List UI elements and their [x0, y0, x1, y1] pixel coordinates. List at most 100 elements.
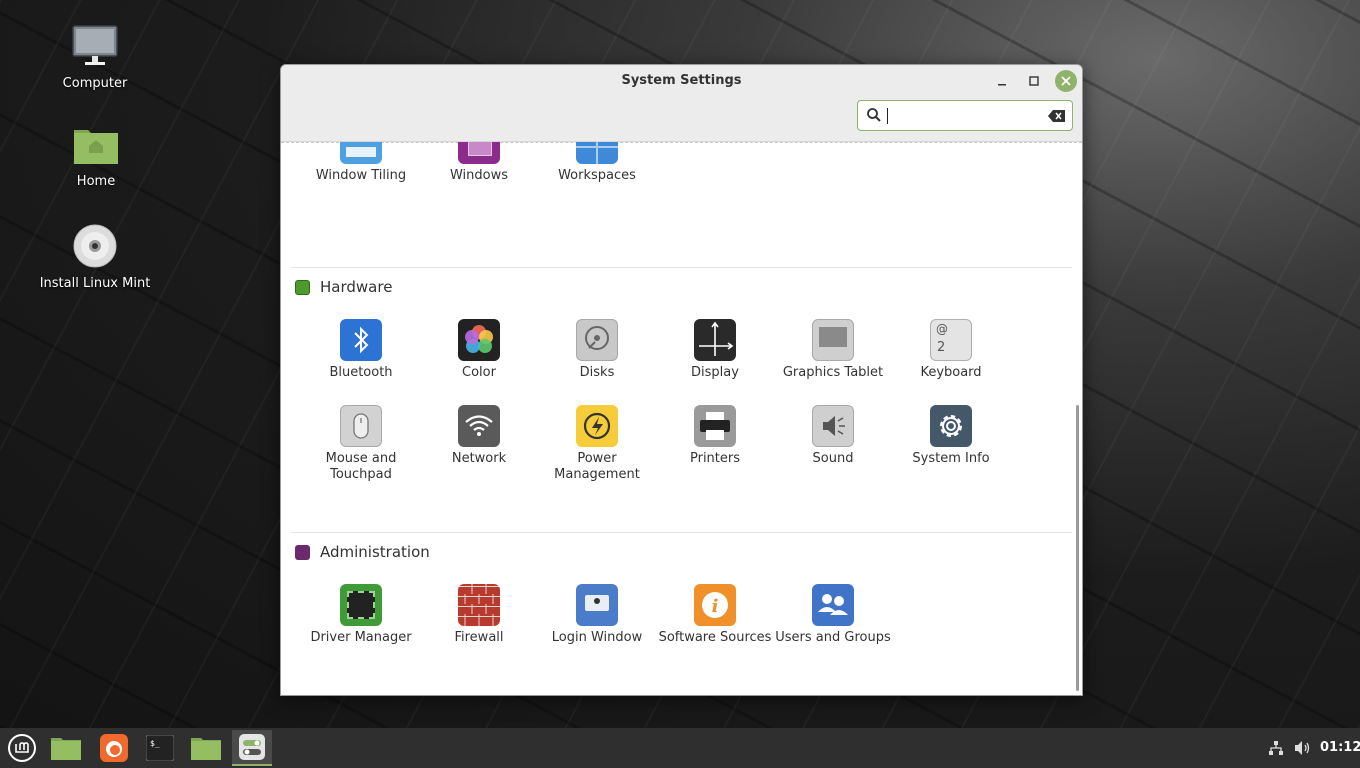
settings-item-graphics-tablet[interactable]: Graphics Tablet: [774, 319, 892, 381]
settings-item-label: Printers: [689, 451, 741, 466]
home-folder-icon: [74, 130, 118, 164]
settings-item-system-info[interactable]: System Info: [892, 405, 1010, 467]
display-icon: [694, 319, 736, 361]
system-settings-window: System Settings Window Tiling Windows Wo…: [280, 64, 1083, 696]
gear-icon: [930, 405, 972, 447]
desktop-icon-computer[interactable]: Computer: [35, 24, 155, 91]
settings-item-label: Windows: [449, 168, 509, 183]
settings-icon: [239, 734, 265, 760]
maximize-button[interactable]: [1023, 70, 1045, 92]
settings-item-sound[interactable]: Sound: [774, 405, 892, 467]
section-divider: [291, 532, 1072, 533]
section-header-administration: Administration: [295, 543, 430, 561]
administration-category-icon: [295, 544, 310, 560]
windows-icon: [458, 142, 500, 164]
chip-icon: [340, 584, 382, 626]
settings-item-software-sources[interactable]: i Software Sources: [656, 584, 774, 646]
settings-item-label: Driver Manager: [310, 630, 412, 645]
vertical-scrollbar[interactable]: [1076, 405, 1079, 691]
settings-item-network[interactable]: Network: [420, 405, 538, 467]
taskbar-terminal[interactable]: $_: [140, 730, 180, 766]
section-divider: [291, 267, 1072, 268]
computer-icon: [72, 25, 118, 65]
settings-item-users-groups[interactable]: Users and Groups: [774, 584, 892, 646]
settings-item-disks[interactable]: Disks: [538, 319, 656, 381]
desktop-icon-install[interactable]: Install Linux Mint: [35, 224, 155, 291]
settings-item-label: Workspaces: [558, 168, 636, 183]
graphics-tablet-icon: [812, 319, 854, 361]
desktop-icon-label: Install Linux Mint: [39, 276, 151, 291]
volume-tray[interactable]: [1289, 730, 1317, 766]
menu-icon: [8, 734, 36, 762]
settings-item-label: Window Tiling: [315, 168, 407, 183]
taskbar-files[interactable]: [46, 730, 86, 766]
svg-text:$_: $_: [150, 739, 160, 748]
minimize-icon: [998, 84, 1006, 86]
desktop-icon-label: Computer: [62, 76, 128, 91]
maximize-icon: [1029, 76, 1039, 86]
taskbar-files-2[interactable]: [186, 730, 226, 766]
info-icon: i: [694, 584, 736, 626]
settings-item-bluetooth[interactable]: Bluetooth: [302, 319, 420, 381]
settings-item-label: Software Sources: [658, 630, 772, 645]
settings-item-mouse[interactable]: Mouse and Touchpad: [302, 405, 420, 483]
sound-icon: [812, 405, 854, 447]
settings-item-window-tiling[interactable]: Window Tiling: [302, 142, 420, 184]
menu-button[interactable]: [2, 730, 42, 766]
search-input[interactable]: [857, 100, 1073, 131]
desktop-icon-home[interactable]: Home: [36, 124, 156, 189]
settings-item-color[interactable]: Color: [420, 319, 538, 381]
desktop-icon-label: Home: [76, 174, 116, 189]
window-tiling-icon: [340, 142, 382, 164]
settings-item-workspaces[interactable]: Workspaces: [538, 142, 656, 184]
settings-item-label: Keyboard: [920, 365, 982, 380]
bluetooth-icon: [340, 319, 382, 361]
settings-item-keyboard[interactable]: @ 2 Keyboard: [892, 319, 1010, 381]
settings-item-firewall[interactable]: Firewall: [420, 584, 538, 646]
files-icon: [51, 738, 81, 760]
network-tray[interactable]: [1262, 730, 1290, 766]
taskbar: $_ 01:12: [0, 728, 1360, 768]
section-header-hardware: Hardware: [295, 278, 392, 296]
settings-item-driver-manager[interactable]: Driver Manager: [302, 584, 420, 646]
search-icon: [867, 108, 881, 122]
files-icon: [191, 738, 221, 760]
settings-item-printers[interactable]: Printers: [656, 405, 774, 467]
workspaces-icon: [576, 142, 618, 164]
settings-item-power[interactable]: Power Management: [538, 405, 656, 483]
taskbar-firefox[interactable]: [94, 730, 134, 766]
terminal-icon: $_: [146, 735, 174, 761]
mouse-icon: [340, 405, 382, 447]
power-icon: [576, 405, 618, 447]
taskbar-system-settings[interactable]: [232, 730, 272, 766]
close-button[interactable]: [1055, 70, 1077, 92]
settings-item-label: Sound: [812, 451, 854, 466]
clock[interactable]: 01:12: [1320, 740, 1360, 755]
settings-item-label: Login Window: [551, 630, 643, 645]
settings-item-windows[interactable]: Windows: [420, 142, 538, 184]
settings-item-label: Disks: [579, 365, 615, 380]
settings-item-display[interactable]: Display: [656, 319, 774, 381]
settings-item-label: Power Management: [554, 451, 640, 482]
network-wired-icon: [1269, 741, 1283, 755]
hardware-category-icon: [295, 279, 310, 295]
brick-wall-icon: [458, 584, 500, 626]
settings-item-login-window[interactable]: Login Window: [538, 584, 656, 646]
clear-text-icon[interactable]: [1048, 109, 1066, 123]
users-icon: [812, 584, 854, 626]
svg-text:i: i: [712, 596, 719, 617]
settings-item-label: Color: [462, 365, 496, 380]
close-icon: [1061, 76, 1071, 86]
volume-icon: [1295, 741, 1310, 755]
titlebar: System Settings: [281, 65, 1082, 142]
keyboard-icon: @ 2: [930, 319, 972, 361]
settings-item-label: Display: [691, 365, 739, 380]
settings-item-label: Bluetooth: [329, 365, 393, 380]
minimize-button[interactable]: [991, 70, 1013, 92]
network-icon: [458, 405, 500, 447]
firefox-icon: [100, 734, 128, 762]
settings-item-label: Users and Groups: [775, 630, 891, 645]
disks-icon: [576, 319, 618, 361]
color-icon: [458, 319, 500, 361]
settings-item-label: Mouse and Touchpad: [325, 451, 397, 482]
